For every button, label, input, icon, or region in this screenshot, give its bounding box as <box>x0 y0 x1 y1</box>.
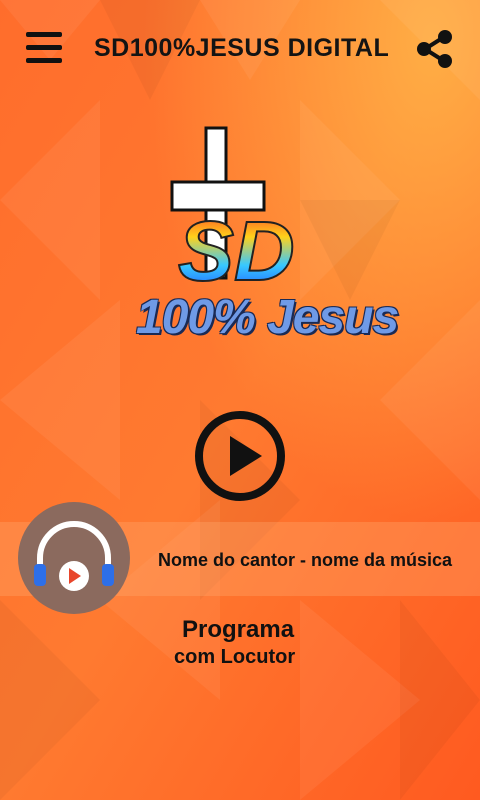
headphones-play-icon <box>34 521 114 591</box>
track-info: Nome do cantor - nome da música <box>158 550 453 570</box>
app-title: SD100%JESUS DIGITAL <box>94 34 390 62</box>
program-title: Programa <box>182 616 295 643</box>
artwork-avatar <box>18 502 130 614</box>
share-icon[interactable] <box>414 28 456 70</box>
logo-text: 100% Jesus <box>136 291 399 344</box>
app-bar: SD100%JESUS DIGITAL <box>0 0 480 100</box>
program-host: com Locutor <box>174 646 296 668</box>
hamburger-menu-icon[interactable] <box>26 32 66 68</box>
play-icon[interactable] <box>194 410 286 502</box>
logo-letters: SD <box>178 204 295 298</box>
